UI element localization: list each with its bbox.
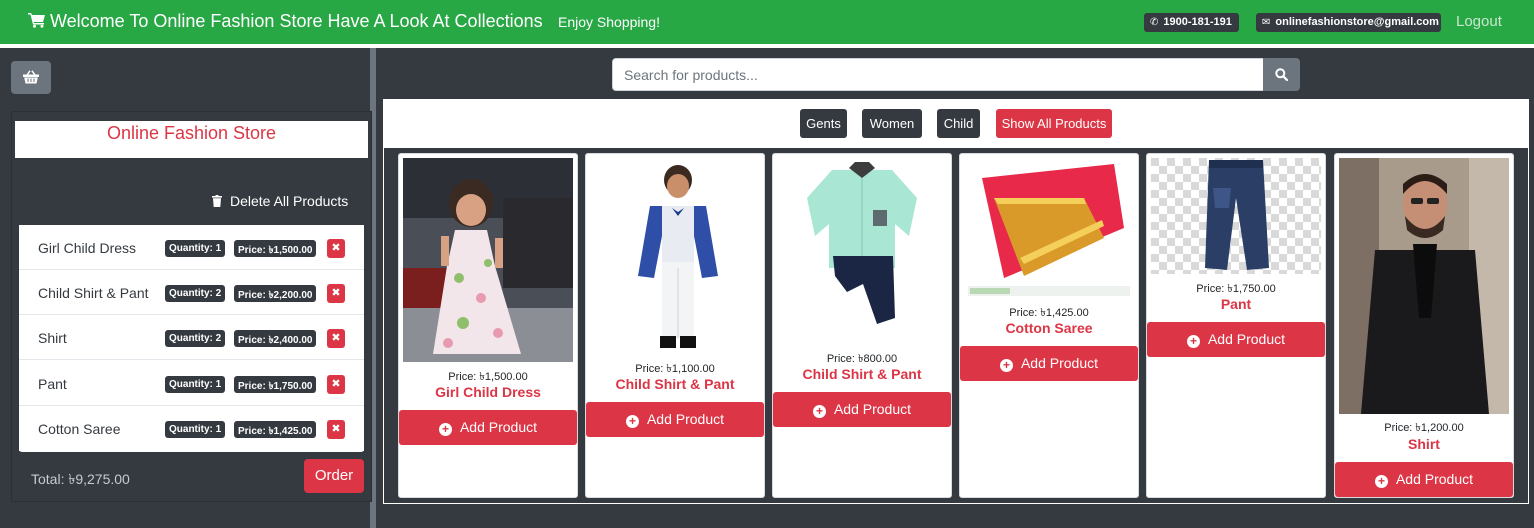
quantity-badge: Quantity: 1	[165, 240, 226, 257]
cart-item: Girl Child Dress Quantity: 1 Price: ৳1,5…	[19, 225, 364, 270]
brand[interactable]: Welcome To Online Fashion Store Have A L…	[28, 11, 543, 32]
delete-all-button[interactable]: Delete All Products	[212, 193, 348, 209]
remove-item-button[interactable]: ✖	[327, 375, 345, 394]
show-all-products-button[interactable]: Show All Products	[996, 109, 1112, 138]
product-name: Child Shirt & Pant	[615, 376, 735, 392]
store-title: Online Fashion Store	[106, 123, 277, 143]
cart-total: Total: ৳9,275.00	[31, 471, 130, 487]
product-name: Shirt	[1408, 436, 1440, 452]
product-image-girl-dress[interactable]	[403, 158, 573, 362]
remove-item-button[interactable]: ✖	[327, 239, 345, 258]
search-input[interactable]	[612, 58, 1264, 91]
product-image-pant[interactable]	[1151, 158, 1321, 274]
phone-badge: ✆ 1900-181-191	[1144, 13, 1239, 32]
logout-link[interactable]: Logout	[1456, 13, 1502, 30]
email-badge: ✉ onlinefashionstore@gmail.com	[1256, 13, 1441, 32]
quantity-badge: Quantity: 1	[165, 421, 226, 438]
phone-icon: ✆	[1150, 17, 1159, 28]
product-card: Price: ৳1,100.00 Child Shirt & Pant + Add…	[585, 153, 765, 498]
quantity-badge: Quantity: 2	[165, 330, 226, 347]
product-card: Price: ৳800.00 Child Shirt & Pant + Add P…	[772, 153, 952, 498]
product-card: Price: ৳1,750.00 Pant + Add Product	[1146, 153, 1326, 498]
cart-item: Pant Quantity: 1 Price: ৳1,750.00 ✖	[19, 361, 364, 406]
cart-item: Cotton Saree Quantity: 1 Price: ৳1,425.0…	[19, 406, 364, 451]
product-card: Price: ৳1,425.00 Cotton Saree + Add Produ…	[959, 153, 1139, 498]
store-title-box: Online Fashion Store	[15, 121, 368, 158]
add-product-label: Add Product	[833, 401, 912, 417]
price-badge: Price: ৳1,500.00	[234, 240, 317, 257]
add-product-label: Add Product	[646, 411, 725, 427]
add-product-label: Add Product	[1395, 471, 1474, 487]
category-filter-bar: Gents Women Child Show All Products	[383, 99, 1529, 148]
remove-item-button[interactable]: ✖	[327, 420, 345, 439]
filter-gents-button[interactable]: Gents	[800, 109, 847, 138]
trash-icon	[212, 195, 222, 207]
search-button[interactable]	[1263, 58, 1300, 91]
product-card: Price: ৳1,200.00 Shirt + Add Product	[1334, 153, 1514, 498]
cart-item-name: Girl Child Dress	[38, 240, 137, 256]
product-name: Child Shirt & Pant	[802, 366, 922, 382]
product-image-child-shirt-pant[interactable]	[590, 158, 760, 354]
product-name: Cotton Saree	[1005, 320, 1093, 336]
price-badge: Price: ৳1,425.00	[234, 421, 317, 438]
cart-item-name: Shirt	[38, 330, 67, 346]
filter-child-button[interactable]: Child	[937, 109, 980, 138]
envelope-icon: ✉	[1262, 17, 1271, 28]
plus-circle-icon: +	[438, 423, 452, 436]
basket-icon	[23, 70, 39, 84]
product-name: Pant	[1220, 296, 1252, 312]
order-button[interactable]: Order	[304, 459, 364, 493]
add-product-label: Add Product	[1207, 331, 1286, 347]
cart-item: Child Shirt & Pant Quantity: 2 Price: ৳2…	[19, 270, 364, 315]
basket-button[interactable]	[11, 61, 51, 94]
brand-title: Welcome To Online Fashion Store Have A L…	[50, 11, 543, 31]
delete-all-label: Delete All Products	[230, 193, 349, 209]
plus-circle-icon: +	[812, 405, 826, 418]
add-product-button[interactable]: + Add Product	[1147, 322, 1325, 357]
search-icon	[1275, 68, 1288, 81]
cart-item-name: Pant	[38, 376, 67, 392]
add-product-button[interactable]: + Add Product	[586, 402, 764, 437]
product-card: Price: ৳1,500.00 Girl Child Dress + Add P…	[398, 153, 578, 498]
product-image-cotton-saree[interactable]	[964, 158, 1134, 298]
price-badge: Price: ৳2,200.00	[234, 285, 317, 302]
quantity-badge: Quantity: 2	[165, 285, 226, 302]
plus-circle-icon: +	[999, 359, 1013, 372]
add-product-label: Add Product	[1020, 355, 1099, 371]
add-product-button[interactable]: + Add Product	[1335, 462, 1513, 497]
cart-item-name: Cotton Saree	[38, 421, 121, 437]
email-address: onlinefashionstore@gmail.com	[1275, 16, 1439, 28]
remove-item-button[interactable]: ✖	[327, 284, 345, 303]
plus-circle-icon: +	[1186, 335, 1200, 348]
tagline: Enjoy Shopping!	[558, 14, 660, 30]
plus-circle-icon: +	[625, 415, 639, 428]
cart-item: Shirt Quantity: 2 Price: ৳2,400.00 ✖	[19, 315, 364, 360]
add-product-button[interactable]: + Add Product	[399, 410, 577, 445]
shopping-cart-icon	[28, 13, 45, 28]
product-image-shirt[interactable]	[1339, 158, 1509, 414]
cart-item-name: Child Shirt & Pant	[38, 285, 149, 301]
phone-number: 1900-181-191	[1163, 16, 1232, 28]
quantity-badge: Quantity: 1	[165, 376, 226, 393]
product-name: Girl Child Dress	[435, 384, 541, 400]
plus-circle-icon: +	[1374, 475, 1388, 488]
remove-item-button[interactable]: ✖	[327, 329, 345, 348]
add-product-label: Add Product	[459, 419, 538, 435]
price-badge: Price: ৳1,750.00	[234, 376, 317, 393]
add-product-button[interactable]: + Add Product	[960, 346, 1138, 381]
price-badge: Price: ৳2,400.00	[234, 330, 317, 347]
add-product-button[interactable]: + Add Product	[773, 392, 951, 427]
filter-women-button[interactable]: Women	[862, 109, 922, 138]
product-image-child-shirt-pant-mint[interactable]	[777, 158, 947, 344]
cart-list: Girl Child Dress Quantity: 1 Price: ৳1,5…	[19, 225, 364, 452]
